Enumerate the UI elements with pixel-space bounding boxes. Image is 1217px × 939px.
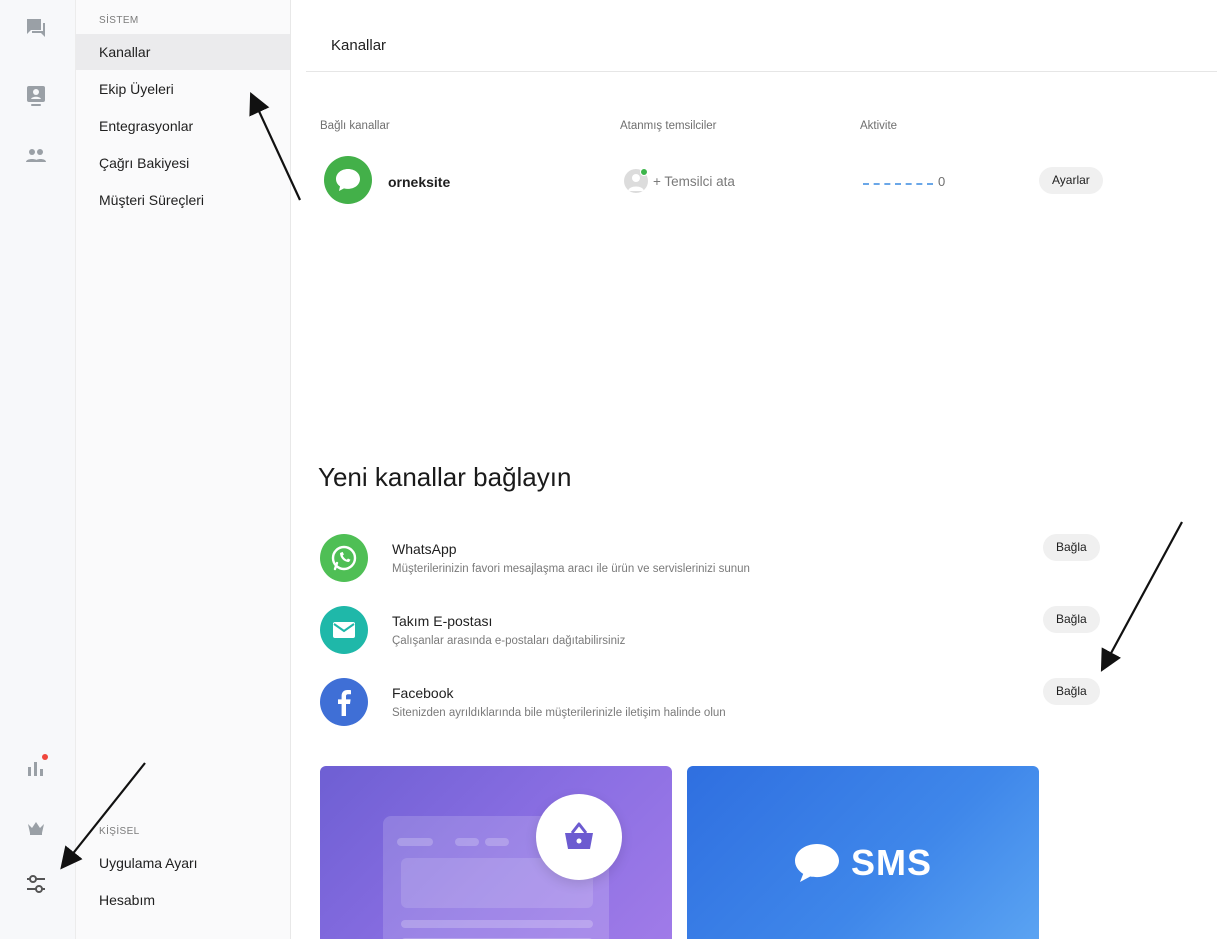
sidebar-item-ekip-uyeleri[interactable]: Ekip Üyeleri xyxy=(76,71,290,107)
activity-sparkline xyxy=(863,183,933,185)
page-title: Kanallar xyxy=(331,37,387,54)
channel-option-desc: Çalışanlar arasında e-postaları dağıtabi… xyxy=(392,635,626,647)
facebook-icon xyxy=(320,678,368,726)
icon-rail xyxy=(0,0,76,939)
sidebar-item-hesabim[interactable]: Hesabım xyxy=(76,882,290,918)
assign-agent-link[interactable]: + Temsilci ata xyxy=(653,174,735,189)
sms-channel-card[interactable]: SMS xyxy=(687,766,1039,939)
channel-option-name: Takım E-postası xyxy=(392,613,493,629)
live-chat-icon xyxy=(324,156,372,204)
activity-count: 0 xyxy=(938,174,946,189)
speech-bubble-icon xyxy=(795,844,839,882)
column-header-activity: Aktivite xyxy=(860,120,898,132)
column-header-agents: Atanmış temsilciler xyxy=(620,120,717,132)
column-header-connected: Bağlı kanallar xyxy=(320,120,390,132)
email-icon xyxy=(320,606,368,654)
connect-whatsapp-button[interactable]: Bağla xyxy=(1043,534,1100,561)
connect-email-button[interactable]: Bağla xyxy=(1043,606,1100,633)
whatsapp-icon xyxy=(320,534,368,582)
connect-facebook-button[interactable]: Bağla xyxy=(1043,678,1100,705)
crown-icon[interactable] xyxy=(22,814,50,842)
channel-option-name: Facebook xyxy=(392,685,454,701)
channel-name[interactable]: orneksite xyxy=(388,174,450,190)
online-status-dot xyxy=(640,168,648,176)
channel-settings-button[interactable]: Ayarlar xyxy=(1039,167,1103,194)
basket-icon xyxy=(536,794,622,880)
sms-label: SMS xyxy=(851,842,933,883)
main-content: Kanallar Bağlı kanallar Atanmış temsilci… xyxy=(291,0,1217,939)
team-icon[interactable] xyxy=(22,142,50,170)
settings-sidebar: SİSTEM Kanallar Ekip Üyeleri Entegrasyon… xyxy=(76,0,291,939)
sidebar-item-kanallar[interactable]: Kanallar xyxy=(76,34,290,70)
sidebar-item-uygulama-ayari[interactable]: Uygulama Ayarı xyxy=(76,845,290,881)
new-channels-title: Yeni kanallar bağlayın xyxy=(318,462,572,492)
analytics-icon[interactable] xyxy=(22,754,50,782)
section-label-personal: KİŞİSEL xyxy=(99,826,140,837)
contacts-card-icon[interactable] xyxy=(22,82,50,110)
sidebar-item-entegrasyonlar[interactable]: Entegrasyonlar xyxy=(76,108,290,144)
chat-icon[interactable] xyxy=(22,14,50,42)
section-label-system: SİSTEM xyxy=(99,15,139,26)
channel-option-desc: Müşterilerinizin favori mesajlaşma aracı… xyxy=(392,563,750,575)
title-divider xyxy=(306,71,1217,72)
sidebar-item-musteri-surecleri[interactable]: Müşteri Süreçleri xyxy=(76,182,290,218)
notification-dot xyxy=(42,754,48,760)
sidebar-item-cagri-bakiyesi[interactable]: Çağrı Bakiyesi xyxy=(76,145,290,181)
channel-option-name: WhatsApp xyxy=(392,541,457,557)
ecommerce-channel-card[interactable] xyxy=(320,766,672,939)
channel-option-desc: Sitenizden ayrıldıklarında bile müşteril… xyxy=(392,707,726,719)
sms-logo: SMS xyxy=(793,842,932,884)
settings-sliders-icon[interactable] xyxy=(22,870,50,898)
